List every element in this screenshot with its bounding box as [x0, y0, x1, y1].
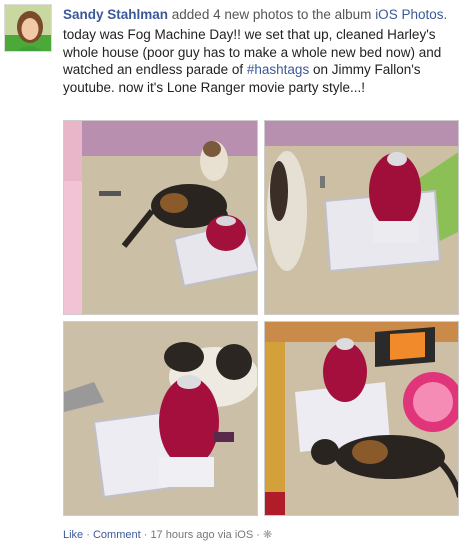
photo-4-image [265, 322, 458, 515]
timestamp[interactable]: 17 hours ago via iOS [150, 529, 253, 541]
actor-name-link[interactable]: Sandy Stahlman [63, 7, 168, 22]
photo-3-image [64, 322, 257, 515]
footer-separator: · [83, 529, 93, 541]
photo-grid [63, 120, 461, 516]
avatar[interactable] [4, 4, 52, 52]
headline-suffix: . [443, 7, 448, 22]
footer-separator: · [140, 529, 151, 541]
post-content: Sandy Stahlman added 4 new photos to the… [63, 6, 468, 96]
photo-4[interactable] [264, 321, 459, 516]
photo-3[interactable] [63, 321, 258, 516]
like-link[interactable]: Like [63, 529, 83, 541]
profile-photo [5, 5, 51, 51]
headline-action: added 4 new photos to the album [168, 7, 376, 22]
post-headline: Sandy Stahlman added 4 new photos to the… [63, 6, 468, 23]
status-text: today was Fog Machine Day!! we set that … [63, 26, 468, 96]
comment-link[interactable]: Comment [93, 529, 141, 541]
photo-1-image [64, 121, 257, 314]
gear-icon[interactable]: ❋ [263, 529, 272, 541]
album-link[interactable]: iOS Photos [375, 7, 443, 22]
post-footer: Like · Comment · 17 hours ago via iOS · … [63, 528, 272, 541]
photo-1[interactable] [63, 120, 258, 315]
photo-2-image [265, 121, 458, 314]
hashtag-link[interactable]: #hashtags [247, 62, 309, 77]
photo-2[interactable] [264, 120, 459, 315]
footer-separator: · [253, 529, 263, 541]
